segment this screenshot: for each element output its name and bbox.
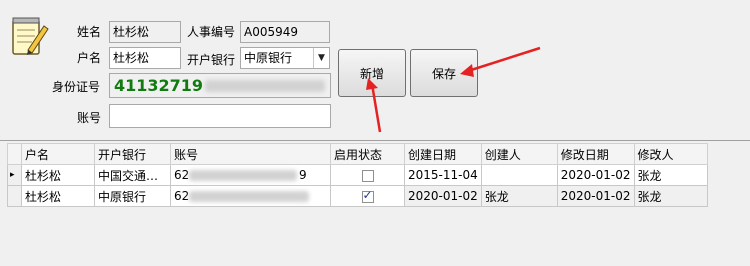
cell-enabled[interactable] bbox=[330, 185, 405, 207]
cell-created-by[interactable] bbox=[480, 164, 558, 186]
enabled-checkbox[interactable] bbox=[361, 169, 374, 182]
column-header[interactable]: 修改人 bbox=[633, 143, 708, 165]
cell-account-number[interactable]: 62 9 bbox=[170, 164, 331, 186]
account-suffix: 9 bbox=[299, 168, 307, 182]
arrow-to-save-button bbox=[467, 46, 541, 73]
cell-account-number[interactable]: 62 bbox=[170, 185, 331, 207]
cell-created-date[interactable]: 2015-11-04 bbox=[404, 164, 482, 186]
bank-accounts-grid: 户名 开户银行 账号 启用状态 创建日期 创建人 修改日期 修改人 ▸ 杜杉松 … bbox=[0, 140, 750, 266]
table-row[interactable]: ▸ 杜杉松 中国交通… 62 9 2015-11-04 2020-01-02 张… bbox=[7, 164, 708, 186]
redacted-blur bbox=[189, 170, 297, 181]
row-header-corner bbox=[7, 143, 22, 165]
cell-modified-date[interactable]: 2020-01-02 bbox=[556, 164, 635, 186]
column-header[interactable]: 创建日期 bbox=[404, 143, 482, 165]
accounts-table: 户名 开户银行 账号 启用状态 创建日期 创建人 修改日期 修改人 ▸ 杜杉松 … bbox=[7, 143, 708, 207]
arrowhead-save bbox=[460, 64, 474, 77]
column-header[interactable]: 创建人 bbox=[480, 143, 558, 165]
row-indicator-icon: ▸ bbox=[7, 164, 22, 186]
cell-bank[interactable]: 中原银行 bbox=[94, 185, 171, 207]
cell-created-date[interactable]: 2020-01-02 bbox=[404, 185, 482, 207]
cell-account-name[interactable]: 杜杉松 bbox=[21, 164, 95, 186]
cell-enabled[interactable] bbox=[330, 164, 405, 186]
column-header[interactable]: 户名 bbox=[21, 143, 95, 165]
column-header[interactable]: 开户银行 bbox=[94, 143, 171, 165]
cell-modified-by[interactable]: 张龙 bbox=[633, 164, 708, 186]
enabled-checkbox[interactable] bbox=[361, 188, 374, 203]
cell-modified-date[interactable]: 2020-01-02 bbox=[556, 185, 635, 207]
column-header[interactable]: 账号 bbox=[170, 143, 331, 165]
arrow-to-add-button bbox=[370, 83, 382, 133]
column-header[interactable]: 启用状态 bbox=[330, 143, 405, 165]
cell-account-name[interactable]: 杜杉松 bbox=[21, 185, 95, 207]
cell-created-by[interactable]: 张龙 bbox=[480, 185, 558, 207]
arrowhead-add bbox=[366, 78, 378, 90]
account-prefix: 62 bbox=[174, 168, 190, 182]
column-header[interactable]: 修改日期 bbox=[556, 143, 635, 165]
account-prefix: 62 bbox=[174, 189, 190, 203]
redacted-blur bbox=[189, 191, 309, 202]
cell-modified-by[interactable]: 张龙 bbox=[633, 185, 708, 207]
grid-header-row: 户名 开户银行 账号 启用状态 创建日期 创建人 修改日期 修改人 bbox=[7, 143, 708, 165]
row-header-cell bbox=[7, 185, 22, 207]
table-row[interactable]: 杜杉松 中原银行 62 2020-01-02 张龙 2020-01-02 张龙 bbox=[7, 185, 708, 207]
cell-bank[interactable]: 中国交通… bbox=[94, 164, 171, 186]
